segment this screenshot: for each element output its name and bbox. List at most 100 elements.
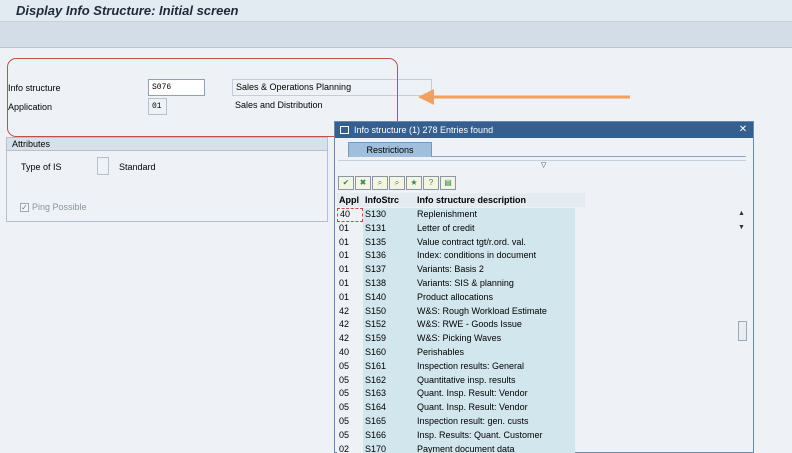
cell-description: Quant. Insp. Result: Vendor <box>415 387 575 402</box>
cell-appl: 40 <box>337 345 363 360</box>
table-row[interactable]: 42 S150 W&S: Rough Workload Estimate <box>337 304 577 319</box>
table-row[interactable]: 42 S152 W&S: RWE - Goods Issue <box>337 318 577 333</box>
cell-description: Variants: SIS & planning <box>415 276 575 291</box>
find-next-icon[interactable]: ⌕ <box>389 176 405 190</box>
table-row[interactable]: 05 S161 Inspection results: General <box>337 359 577 374</box>
table-row[interactable]: 01 S136 Index: conditions in document <box>337 249 577 264</box>
cell-description: Perishables <box>415 345 575 360</box>
cell-appl: 01 <box>337 276 363 291</box>
cell-infostrc: S140 <box>363 290 415 305</box>
pointer-arrow <box>418 89 630 105</box>
vertical-scrollbar[interactable]: ▲ ▼ <box>735 208 749 452</box>
type-of-is-label: Type of IS <box>21 162 62 172</box>
col-header-description[interactable]: Info structure description <box>415 193 585 207</box>
table-row[interactable]: 05 S165 Inspection result: gen. custs <box>337 414 577 429</box>
find-icon[interactable]: ⌕ <box>372 176 388 190</box>
cell-description: W&S: RWE - Goods Issue <box>415 318 575 333</box>
help-icon[interactable]: ? <box>423 176 439 190</box>
cell-infostrc: S152 <box>363 318 415 333</box>
table-row[interactable]: 01 S137 Variants: Basis 2 <box>337 263 577 277</box>
cell-appl: 05 <box>337 359 363 374</box>
results-table: 40 S130 Replenishment 01 S131 Letter of credi… <box>337 208 577 453</box>
cell-infostrc: S165 <box>363 414 415 429</box>
cell-infostrc: S138 <box>363 276 415 291</box>
ping-possible-checkbox[interactable]: ✓ <box>20 203 29 212</box>
cell-infostrc: S130 <box>363 208 415 222</box>
table-row[interactable]: 05 S164 Quant. Insp. Result: Vendor <box>337 401 577 415</box>
close-icon[interactable]: ✕ <box>737 124 749 136</box>
popup-toolbar: ✔ ✖ ⌕ ⌕ ★ ? ▤ <box>338 176 456 190</box>
expand-triangle-icon[interactable]: ▽ <box>541 161 546 169</box>
cell-appl: 05 <box>337 414 363 429</box>
search-help-popup: Info structure (1) 278 Entries found ✕ R… <box>334 121 754 453</box>
window-icon <box>340 126 349 134</box>
cancel-icon[interactable]: ✖ <box>355 176 371 190</box>
cell-description: Inspection result: gen. custs <box>415 414 575 429</box>
col-header-appl[interactable]: Appl <box>337 193 363 207</box>
title-bar: Display Info Structure: Initial screen <box>0 0 792 22</box>
cell-description: Insp. Results: Quant. Customer <box>415 428 575 443</box>
cell-description: Product allocations <box>415 290 575 305</box>
cell-description: W&S: Rough Workload Estimate <box>415 304 575 319</box>
cell-description: Inspection results: General <box>415 359 575 374</box>
cell-description: Letter of credit <box>415 221 575 236</box>
scroll-up-icon[interactable]: ▲ <box>738 210 745 217</box>
cell-appl: 05 <box>337 428 363 443</box>
cell-description: Payment document data <box>415 442 575 453</box>
table-row[interactable]: 02 S170 Payment document data <box>337 442 577 453</box>
cell-appl: 42 <box>337 332 363 346</box>
cell-infostrc: S150 <box>363 304 415 319</box>
col-header-infostrc[interactable]: InfoStrc <box>363 193 415 207</box>
table-row[interactable]: 01 S131 Letter of credit <box>337 221 577 236</box>
cell-infostrc: S166 <box>363 428 415 443</box>
cell-appl: 40 <box>337 208 363 222</box>
favorites-icon[interactable]: ★ <box>406 176 422 190</box>
cell-description: Index: conditions in document <box>415 249 575 264</box>
scroll-thumb[interactable] <box>738 321 747 341</box>
cell-infostrc: S162 <box>363 373 415 388</box>
cell-appl: 01 <box>337 263 363 277</box>
cell-appl: 01 <box>337 290 363 305</box>
cell-description: W&S: Picking Waves <box>415 332 575 346</box>
scroll-down-icon[interactable]: ▼ <box>738 224 745 231</box>
ping-possible-label: Ping Possible <box>32 202 87 212</box>
print-icon[interactable]: ▤ <box>440 176 456 190</box>
cell-infostrc: S164 <box>363 401 415 415</box>
cell-appl: 01 <box>337 249 363 264</box>
table-row[interactable]: 42 S159 W&S: Picking Waves <box>337 332 577 346</box>
cell-appl: 42 <box>337 304 363 319</box>
table-row[interactable]: 40 S160 Perishables <box>337 345 577 360</box>
tab-strip: Restrictions <box>348 142 746 157</box>
cell-appl: 05 <box>337 373 363 388</box>
type-of-is-value: Standard <box>119 162 156 172</box>
cell-description: Value contract tgt/r.ord. val. <box>415 235 575 250</box>
cell-description: Replenishment <box>415 208 575 222</box>
table-header: Appl InfoStrc Info structure description <box>337 193 585 207</box>
table-row[interactable]: 01 S138 Variants: SIS & planning <box>337 276 577 291</box>
table-row[interactable]: 40 S130 Replenishment <box>337 208 577 222</box>
attributes-group: Attributes Type of IS Standard ✓ Ping Po… <box>6 137 328 222</box>
table-row[interactable]: 05 S162 Quantitative insp. results <box>337 373 577 388</box>
page-title: Display Info Structure: Initial screen <box>16 3 239 18</box>
restrictions-splitter[interactable]: ▽ <box>338 160 746 169</box>
cell-infostrc: S161 <box>363 359 415 374</box>
application-toolbar <box>0 22 792 48</box>
cell-appl: 05 <box>337 401 363 415</box>
cell-infostrc: S131 <box>363 221 415 236</box>
table-row[interactable]: 05 S163 Quant. Insp. Result: Vendor <box>337 387 577 402</box>
popup-title-bar: Info structure (1) 278 Entries found ✕ <box>335 122 753 138</box>
tab-restrictions[interactable]: Restrictions <box>348 142 432 157</box>
cell-description: Quantitative insp. results <box>415 373 575 388</box>
cell-description: Quant. Insp. Result: Vendor <box>415 401 575 415</box>
table-row[interactable]: 01 S140 Product allocations <box>337 290 577 305</box>
check-icon[interactable]: ✔ <box>338 176 354 190</box>
attributes-title: Attributes <box>7 138 327 151</box>
table-row[interactable]: 01 S135 Value contract tgt/r.ord. val. <box>337 235 577 250</box>
cell-infostrc: S170 <box>363 442 415 453</box>
table-row[interactable]: 05 S166 Insp. Results: Quant. Customer <box>337 428 577 443</box>
popup-title: Info structure (1) 278 Entries found <box>354 125 494 135</box>
cell-infostrc: S160 <box>363 345 415 360</box>
cell-appl: 01 <box>337 235 363 250</box>
cell-infostrc: S137 <box>363 263 415 277</box>
cell-appl: 02 <box>337 442 363 453</box>
